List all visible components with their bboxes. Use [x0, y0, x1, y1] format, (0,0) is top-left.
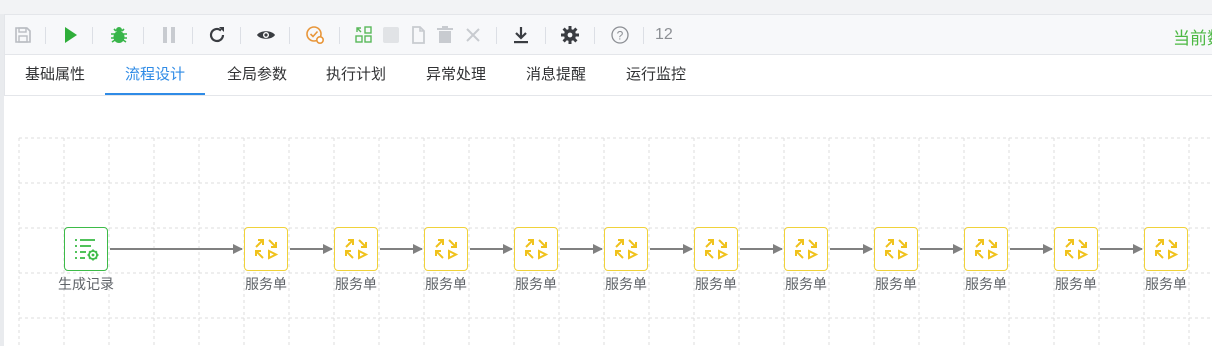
transfer-arrows-icon: [795, 239, 819, 260]
toolbar-separator: [594, 27, 595, 44]
svg-text:?: ?: [617, 29, 624, 43]
gear-icon[interactable]: [557, 22, 583, 48]
transfer-arrows-icon: [885, 239, 909, 260]
canvas-grid: [18, 137, 1212, 346]
download-icon[interactable]: [508, 22, 534, 48]
transfer-arrows-icon: [705, 239, 729, 260]
pause-icon[interactable]: [156, 22, 182, 48]
toolbar-separator: [289, 27, 290, 44]
service-node-label: 服务单: [245, 276, 287, 292]
toolbar-separator: [339, 27, 340, 44]
settings-check-icon[interactable]: [302, 22, 328, 48]
toolbar: ? 12 当前数: [4, 14, 1212, 55]
help-icon[interactable]: ?: [607, 22, 633, 48]
service-node[interactable]: [784, 227, 828, 271]
flow-canvas[interactable]: 生成记录 服务单 服务单 服务单 服务单 服务单 服务单 服务单 服务单 服务单…: [4, 96, 1212, 346]
preview-icon[interactable]: [253, 22, 279, 48]
transfer-arrows-icon: [615, 239, 639, 260]
service-node[interactable]: [1054, 227, 1098, 271]
start-node-generate-record[interactable]: [64, 227, 108, 271]
service-node-label: 服务单: [965, 276, 1007, 292]
tab-message-reminder[interactable]: 消息提醒: [506, 55, 606, 95]
start-node-label: 生成记录: [58, 276, 114, 292]
toolbar-separator: [143, 27, 144, 44]
service-node-label: 服务单: [425, 276, 467, 292]
service-node[interactable]: [514, 227, 558, 271]
toolbar-separator: [545, 27, 546, 44]
close-icon[interactable]: [460, 22, 486, 48]
tab-process-design[interactable]: 流程设计: [105, 55, 205, 95]
service-node[interactable]: [334, 227, 378, 271]
transfer-arrows-icon: [345, 239, 369, 260]
toolbar-separator: [240, 27, 241, 44]
copy-icon[interactable]: [405, 22, 431, 48]
transfer-arrows-icon: [1065, 239, 1089, 260]
service-node-label: 服务单: [605, 276, 647, 292]
service-node[interactable]: [874, 227, 918, 271]
debug-icon[interactable]: [106, 22, 132, 48]
list-gear-icon: [75, 239, 99, 261]
service-node[interactable]: [424, 227, 468, 271]
service-node-label: 服务单: [785, 276, 827, 292]
toolbar-separator: [643, 27, 644, 44]
tab-basic-properties[interactable]: 基础属性: [5, 55, 105, 95]
service-node[interactable]: [694, 227, 738, 271]
toolbar-separator: [92, 27, 93, 44]
transfer-arrows-icon: [435, 239, 459, 260]
tab-exception-handling[interactable]: 异常处理: [406, 55, 506, 95]
service-node[interactable]: [964, 227, 1008, 271]
checkbox-icon[interactable]: [378, 22, 404, 48]
service-node-label: 服务单: [1055, 276, 1097, 292]
transfer-arrows-icon: [525, 239, 549, 260]
toolbar-separator: [45, 27, 46, 44]
refresh-icon[interactable]: [204, 22, 230, 48]
service-node-label: 服务单: [695, 276, 737, 292]
service-node-label: 服务单: [1145, 276, 1187, 292]
transfer-arrows-icon: [1155, 239, 1179, 260]
service-node[interactable]: [604, 227, 648, 271]
toolbar-separator: [192, 27, 193, 44]
save-icon[interactable]: [10, 22, 36, 48]
tab-run-monitor[interactable]: 运行监控: [606, 55, 706, 95]
tab-global-params[interactable]: 全局参数: [207, 55, 307, 95]
current-data-label[interactable]: 当前数: [1173, 24, 1212, 49]
run-icon[interactable]: [57, 22, 83, 48]
top-strip: [0, 0, 1212, 14]
zoom-level: 12: [655, 26, 673, 43]
delete-icon[interactable]: [432, 22, 458, 48]
service-node-label: 服务单: [335, 276, 377, 292]
service-node-label: 服务单: [875, 276, 917, 292]
toolbar-separator: [496, 27, 497, 44]
select-nodes-icon[interactable]: [351, 22, 377, 48]
tab-execution-plan[interactable]: 执行计划: [306, 55, 406, 95]
service-node[interactable]: [1144, 227, 1188, 271]
service-node-label: 服务单: [515, 276, 557, 292]
transfer-arrows-icon: [975, 239, 999, 260]
tab-bar: 基础属性 流程设计 全局参数 执行计划 异常处理 消息提醒 运行监控: [4, 55, 1212, 96]
workflow-editor: ? 12 当前数 基础属性 流程设计 全局参数 执行计划 异常处理 消息提醒 运…: [0, 0, 1212, 346]
service-node[interactable]: [244, 227, 288, 271]
transfer-arrows-icon: [255, 239, 279, 260]
